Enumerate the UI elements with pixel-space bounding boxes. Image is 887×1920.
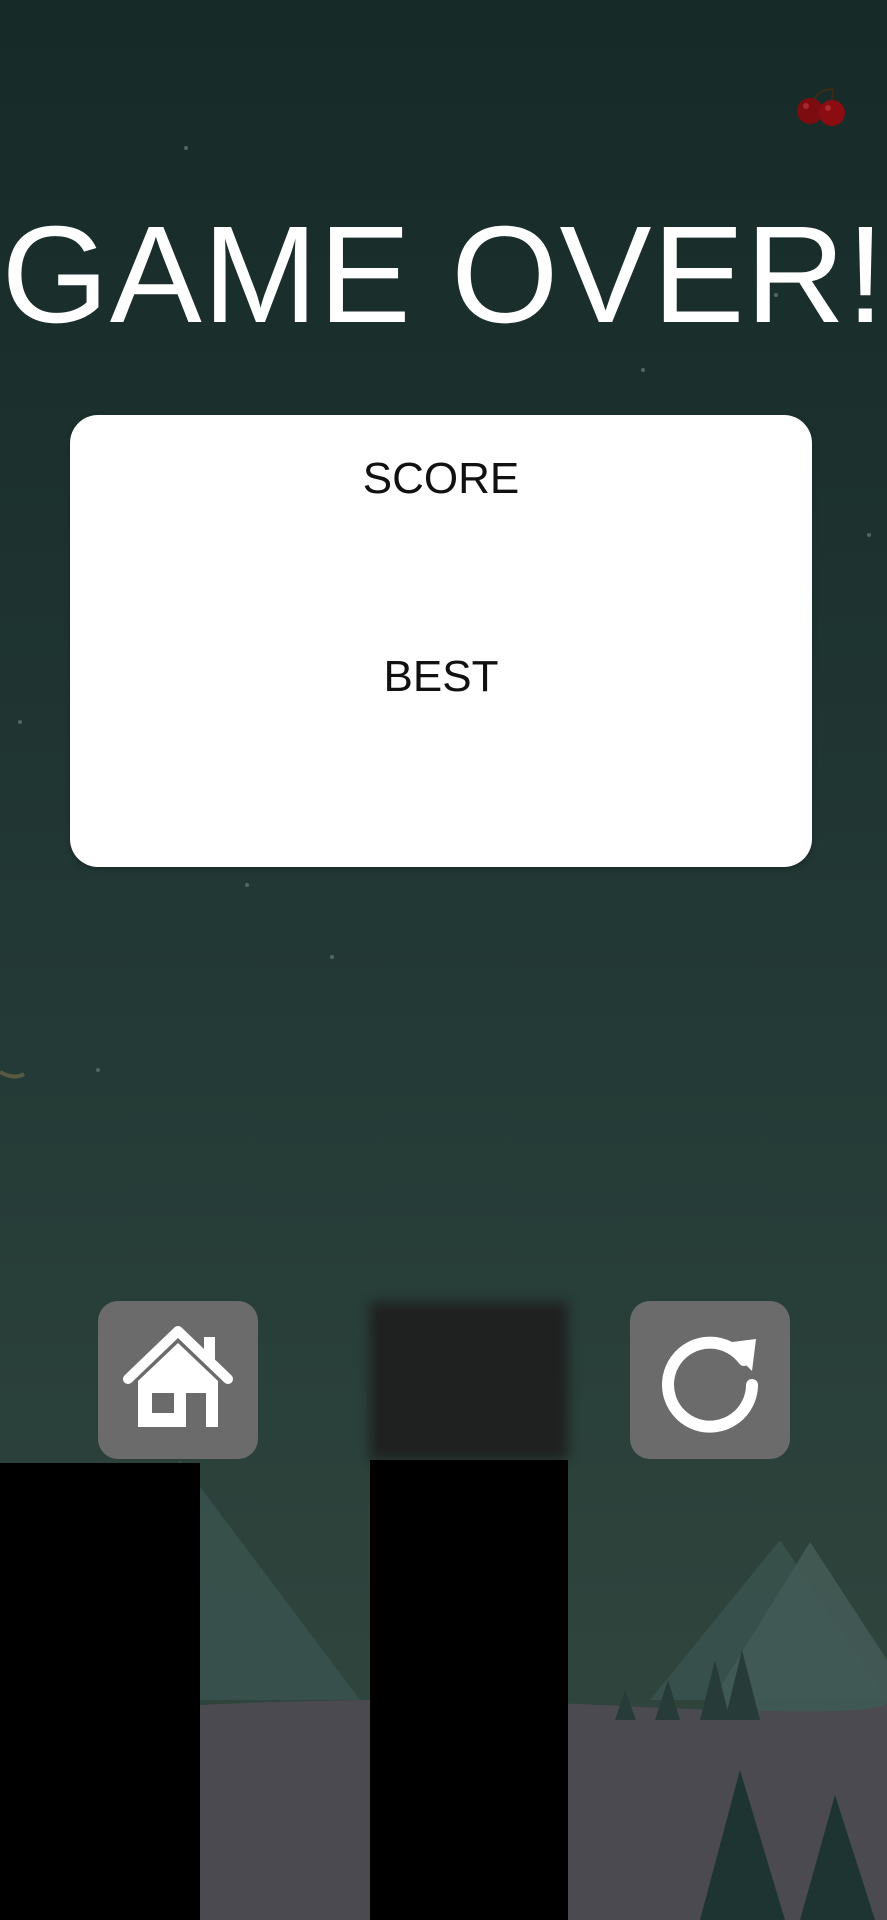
home-button[interactable] bbox=[98, 1301, 258, 1459]
best-label: BEST bbox=[383, 652, 499, 701]
hero-character bbox=[370, 1302, 568, 1460]
score-card: SCORE BEST bbox=[70, 415, 812, 867]
left-pillar bbox=[0, 1463, 200, 1920]
game-over-screen: GAME OVER! SCORE BEST bbox=[0, 0, 887, 1920]
home-icon bbox=[123, 1326, 233, 1427]
restart-icon bbox=[662, 1336, 758, 1433]
score-label: SCORE bbox=[362, 454, 520, 503]
right-pillar bbox=[370, 1460, 568, 1920]
cherry-icon bbox=[790, 84, 852, 126]
restart-button[interactable] bbox=[630, 1301, 790, 1459]
game-over-title: GAME OVER! bbox=[1, 198, 886, 352]
